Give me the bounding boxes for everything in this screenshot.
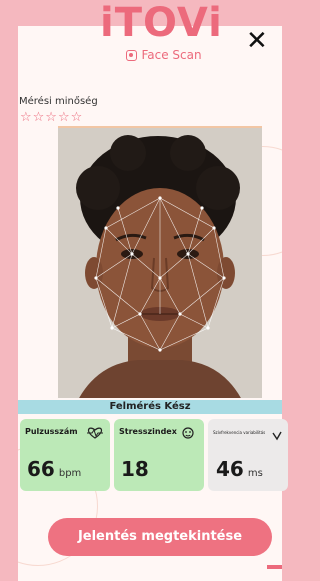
face-scan-subtitle: Face Scan [104, 48, 224, 62]
heart-rate-icon [86, 427, 104, 442]
metric-unit: ms [247, 468, 263, 479]
metric-card-hrv: Szívfrekvencia variabilitás 46 ms [208, 419, 288, 491]
itovi-logo: iTOVi [100, 0, 223, 46]
metric-title: Pulzusszám [25, 427, 78, 436]
metric-value: 46 [216, 457, 244, 481]
metric-value: 18 [121, 457, 149, 481]
metric-unit: bpm [58, 468, 82, 479]
assessment-complete-banner: Felmérés Kész [18, 400, 282, 414]
camera-icon [126, 49, 138, 61]
metric-value-row: 66 bpm [27, 457, 81, 481]
check-icon [272, 431, 282, 444]
quality-star-rating: ☆☆☆☆☆ [20, 110, 84, 125]
metric-value-row: 46 ms [216, 457, 263, 481]
face-mesh-image [58, 128, 262, 398]
scroll-indicator [267, 565, 282, 569]
metric-value-row: 18 [121, 457, 149, 481]
face-scan-label: Face Scan [141, 48, 202, 62]
view-report-button[interactable]: Jelentés megtekintése [48, 518, 272, 556]
metric-card-stress-index: Stresszindex 18 [114, 419, 204, 491]
metric-title: Szívfrekvencia variabilitás [213, 430, 266, 435]
face-scan-photo [58, 126, 262, 398]
metric-card-heart-rate: Pulzusszám 66 bpm [20, 419, 110, 491]
close-button[interactable]: ✕ [246, 28, 268, 54]
metric-value: 66 [27, 457, 55, 481]
measurement-quality-label: Mérési minőség [19, 96, 98, 107]
metric-title: Stresszindex [119, 427, 177, 436]
smiley-icon [182, 427, 194, 442]
